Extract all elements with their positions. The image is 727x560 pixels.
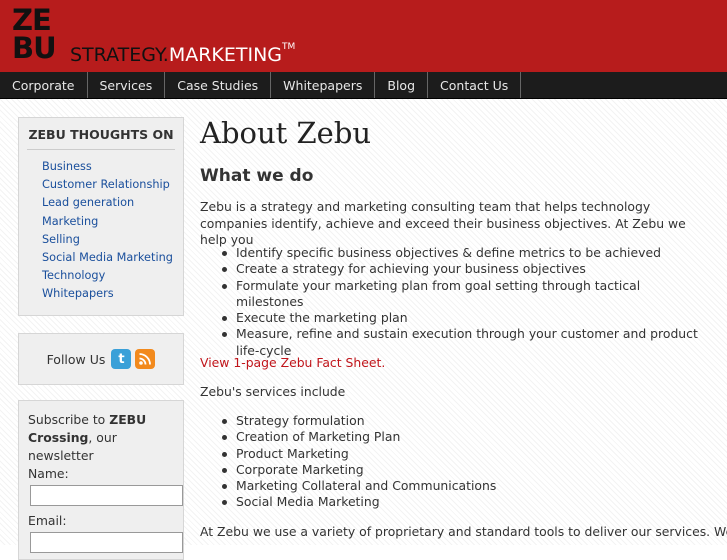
list-item: Create a strategy for achieving your bus… (222, 261, 706, 277)
nav-whitepapers[interactable]: Whitepapers (271, 72, 376, 98)
page-title: About Zebu (200, 116, 372, 150)
follow-box: Follow Us t (18, 333, 184, 385)
tagline-marketing: MARKETING (168, 44, 283, 66)
services-intro: Zebu's services include (200, 384, 346, 399)
list-item: Social Media Marketing (222, 494, 706, 510)
logo-tagline: STRATEGY.MARKETINGTM (70, 42, 296, 66)
name-label: Name: (28, 466, 69, 481)
zebu-logo[interactable]: ZE BU (12, 6, 64, 66)
topic-marketing[interactable]: Marketing (42, 213, 183, 231)
section-heading: What we do (200, 166, 314, 186)
topic-whitepapers[interactable]: Whitepapers (42, 285, 183, 303)
thoughts-box: ZEBU THOUGHTS ON Business Customer Relat… (18, 117, 184, 316)
name-field[interactable] (30, 485, 183, 506)
nav-blog[interactable]: Blog (375, 72, 429, 98)
help-list: Identify specific business objectives & … (200, 245, 706, 359)
email-field[interactable] (30, 532, 183, 553)
services-list: Strategy formulation Creation of Marketi… (200, 413, 706, 511)
newsletter-box: Subscribe to ZEBU Crossing, our newslett… (18, 400, 184, 560)
nav-contact-us[interactable]: Contact Us (428, 72, 522, 98)
sidebar: ZEBU THOUGHTS ON Business Customer Relat… (18, 117, 184, 560)
tagline-strategy: STRATEGY. (70, 44, 169, 66)
nav-services[interactable]: Services (88, 72, 166, 98)
logo-line-2: BU (12, 31, 57, 65)
topic-social-media-marketing[interactable]: Social Media Marketing (42, 249, 183, 267)
twitter-icon[interactable]: t (111, 349, 132, 369)
topic-business[interactable]: Business (42, 158, 183, 176)
list-item: Execute the marketing plan (222, 310, 706, 326)
list-item: Strategy formulation (222, 413, 706, 429)
closing-paragraph: At Zebu we use a variety of proprietary … (200, 524, 727, 539)
newsletter-prefix: Subscribe to (28, 412, 110, 427)
main-nav: Corporate Services Case Studies Whitepap… (0, 72, 727, 99)
follow-label: Follow Us (46, 351, 106, 367)
rss-glyph (139, 353, 152, 365)
logo-line-1: ZE (12, 3, 52, 37)
topic-customer-relationship[interactable]: Customer Relationship (42, 176, 183, 194)
intro-paragraph: Zebu is a strategy and marketing consult… (200, 199, 686, 247)
list-item: Creation of Marketing Plan (222, 429, 706, 445)
page-content: ZEBU THOUGHTS ON Business Customer Relat… (0, 99, 727, 560)
newsletter-intro: Subscribe to ZEBU Crossing, our newslett… (28, 411, 183, 465)
topic-list: Business Customer Relationship Lead gene… (19, 150, 183, 304)
nav-case-studies[interactable]: Case Studies (165, 72, 272, 98)
list-item: Marketing Collateral and Communications (222, 478, 706, 494)
fact-sheet-link[interactable]: View 1-page Zebu Fact Sheet. (200, 355, 700, 372)
nav-corporate[interactable]: Corporate (0, 72, 88, 98)
trademark-mark: TM (282, 42, 296, 52)
topic-selling[interactable]: Selling (42, 231, 183, 249)
topic-lead-generation[interactable]: Lead generation (42, 194, 183, 212)
site-header: ZE BU STRATEGY.MARKETINGTM (0, 0, 727, 72)
rss-icon[interactable] (135, 349, 156, 369)
list-item: Corporate Marketing (222, 462, 706, 478)
list-item: Product Marketing (222, 446, 706, 462)
thoughts-title: ZEBU THOUGHTS ON (27, 118, 175, 150)
topic-technology[interactable]: Technology (42, 267, 183, 285)
email-label: Email: (28, 513, 67, 528)
list-item: Identify specific business objectives & … (222, 245, 706, 261)
list-item: Formulate your marketing plan from goal … (222, 278, 706, 311)
